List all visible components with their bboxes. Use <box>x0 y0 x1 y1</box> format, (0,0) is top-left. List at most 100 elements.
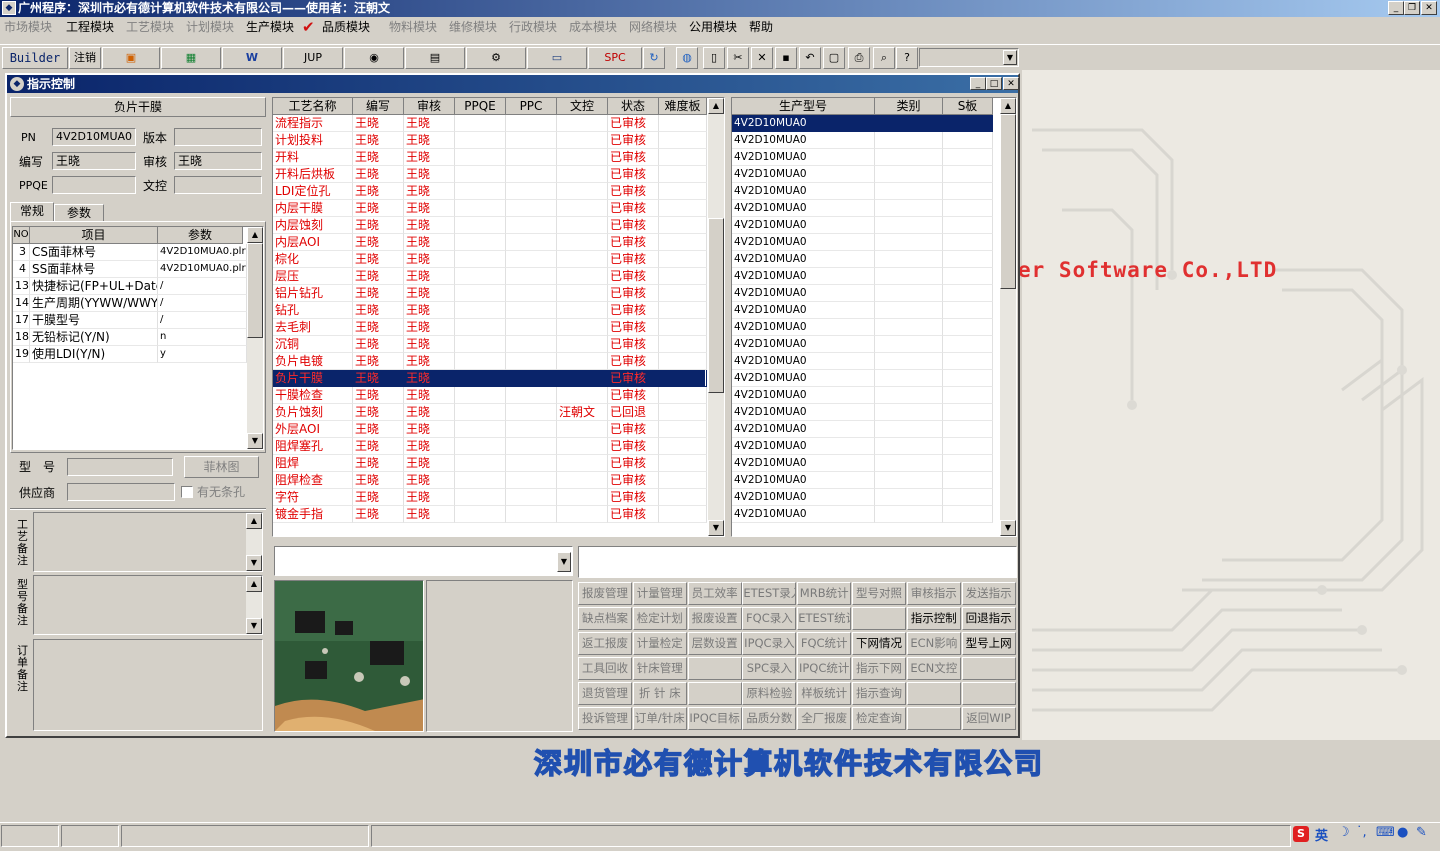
scroll-up-icon[interactable]: ▲ <box>246 576 262 592</box>
close-button[interactable]: ✕ <box>1421 1 1437 15</box>
preview-icon[interactable]: ▢ <box>823 47 845 69</box>
powerpoint-icon[interactable]: ▣ <box>102 47 160 69</box>
menu-item-5[interactable]: 品质模块 <box>322 19 370 35</box>
reviewer-field[interactable]: 王晓 <box>174 152 262 170</box>
scroll-thumb[interactable] <box>247 243 263 338</box>
menu-item-12[interactable]: 帮助 <box>749 19 773 35</box>
process-row[interactable]: 干膜检查 王晓 王晓 已审核 <box>273 387 707 404</box>
model-row[interactable]: 4V2D10MUA0 <box>732 251 993 268</box>
function-button[interactable]: 层数设置 <box>687 632 742 655</box>
delete-icon[interactable]: ✕ <box>751 47 773 69</box>
function-button[interactable]: SPC录入 <box>742 657 797 680</box>
process-row[interactable]: 负片电镀 王晓 王晓 已审核 <box>273 353 707 370</box>
minimize-button[interactable]: _ <box>1388 1 1404 15</box>
model-row[interactable]: 4V2D10MUA0 <box>732 115 993 132</box>
process-row[interactable]: 去毛刺 王晓 王晓 已审核 <box>273 319 707 336</box>
function-button[interactable]: 员工效率 <box>687 582 742 605</box>
menu-item-11[interactable]: 公用模块 <box>689 19 737 35</box>
logout-button[interactable]: 注销 <box>69 47 101 69</box>
function-button[interactable]: 计量管理 <box>632 582 687 605</box>
process-header-reviewer[interactable]: 审核 <box>404 98 455 115</box>
model-row[interactable]: 4V2D10MUA0 <box>732 200 993 217</box>
process-row[interactable]: 钻孔 王晓 王晓 已审核 <box>273 302 707 319</box>
child-maximize-button[interactable]: □ <box>986 77 1002 90</box>
process-row[interactable]: 内层AOI 王晓 王晓 已审核 <box>273 234 707 251</box>
model-row[interactable]: 4V2D10MUA0 <box>732 455 993 472</box>
menu-item-1[interactable]: 工程模块 <box>66 19 114 35</box>
function-button[interactable]: 针床管理 <box>632 657 687 680</box>
function-button[interactable]: IPQC目标 <box>687 707 742 730</box>
param-row[interactable]: 14 生产周期(YYWW/WWYY) / <box>13 295 247 312</box>
function-button[interactable]: 检定计划 <box>632 607 687 630</box>
globe-icon[interactable]: ◍ <box>676 47 698 69</box>
new-file-icon[interactable]: ▯ <box>703 47 725 69</box>
function-button[interactable]: 指示控制 <box>906 607 961 630</box>
slot-checkbox[interactable] <box>181 486 193 498</box>
search-input[interactable] <box>578 546 1017 578</box>
function-button[interactable] <box>687 682 742 705</box>
scroll-up-icon[interactable]: ▲ <box>247 227 263 243</box>
function-button[interactable] <box>906 707 961 730</box>
scroll-down-icon[interactable]: ▼ <box>246 555 262 571</box>
computer-icon[interactable]: ▭ <box>527 47 587 69</box>
process-row[interactable]: 层压 王晓 王晓 已审核 <box>273 268 707 285</box>
function-button[interactable]: 报废管理 <box>578 582 632 605</box>
film-image-button[interactable]: 菲林图 <box>184 456 259 478</box>
scroll-down-icon[interactable]: ▼ <box>247 433 263 449</box>
menu-item-10[interactable]: 网络模块 <box>629 19 677 35</box>
process-row[interactable]: 阻焊检查 王晓 王晓 已审核 <box>273 472 707 489</box>
function-button[interactable]: FQC统计 <box>797 632 852 655</box>
process-row[interactable]: 开料 王晓 王晓 已审核 <box>273 149 707 166</box>
network-icon[interactable]: ⚙ <box>466 47 526 69</box>
scroll-thumb[interactable] <box>708 218 724 393</box>
model-row[interactable]: 4V2D10MUA0 <box>732 404 993 421</box>
function-button[interactable]: 报废设置 <box>687 607 742 630</box>
word-icon[interactable]: W <box>222 47 282 69</box>
param-row[interactable]: 3 CS面菲林号 4V2D10MUA0.plr <box>13 244 247 261</box>
menu-item-3[interactable]: 计划模块 <box>186 19 234 35</box>
scroll-thumb[interactable] <box>1000 114 1016 289</box>
function-button[interactable]: 型号对照 <box>852 582 906 605</box>
model-row[interactable]: 4V2D10MUA0 <box>732 489 993 506</box>
chevron-down-icon[interactable]: ▼ <box>1003 50 1017 65</box>
function-button[interactable]: ETEST统计 <box>797 607 852 630</box>
doc-control-field[interactable] <box>174 176 262 194</box>
menu-item-8[interactable]: 行政模块 <box>509 19 557 35</box>
user-icon[interactable]: ● <box>1397 825 1408 840</box>
help-icon[interactable]: ? <box>896 47 918 69</box>
function-button[interactable]: IPQC录入 <box>742 632 797 655</box>
process-row[interactable]: 内层干膜 王晓 王晓 已审核 <box>273 200 707 217</box>
function-button[interactable]: 品质分数 <box>742 707 797 730</box>
param-row[interactable]: 19 使用LDI(Y/N) y <box>13 346 247 363</box>
menu-item-6[interactable]: 物料模块 <box>389 19 437 35</box>
function-button[interactable] <box>961 657 1016 680</box>
chevron-down-icon[interactable]: ▼ <box>557 552 571 572</box>
process-row[interactable]: 开料后烘板 王晓 王晓 已审核 <box>273 166 707 183</box>
function-button[interactable]: 回退指示 <box>961 607 1016 630</box>
function-button[interactable]: 缺点档案 <box>578 607 632 630</box>
process-row[interactable]: 负片蚀刻 王晓 王晓 汪朝文 已回退 <box>273 404 707 421</box>
menu-item-7[interactable]: 维修模块 <box>449 19 497 35</box>
function-button[interactable]: ECN文控 <box>906 657 961 680</box>
keyboard-icon[interactable]: ⌨ <box>1376 825 1395 840</box>
process-row[interactable]: 棕化 王晓 王晓 已审核 <box>273 251 707 268</box>
model-row[interactable]: 4V2D10MUA0 <box>732 387 993 404</box>
spc-button[interactable]: SPC <box>588 47 642 69</box>
menu-item-2[interactable]: 工艺模块 <box>126 19 174 35</box>
jup-button[interactable]: JUP <box>283 47 343 69</box>
order-memo-box[interactable] <box>33 639 263 731</box>
print-icon[interactable]: ⎙ <box>848 47 870 69</box>
process-scrollbar[interactable]: ▲ ▼ <box>708 98 724 536</box>
supplier-field[interactable] <box>67 483 175 501</box>
model-row[interactable]: 4V2D10MUA0 <box>732 319 993 336</box>
model-scrollbar[interactable]: ▲ ▼ <box>1000 98 1016 536</box>
tab-general[interactable]: 常规 <box>10 202 54 222</box>
ppqe-field[interactable] <box>52 176 136 194</box>
process-row[interactable]: 阻焊 王晓 王晓 已审核 <box>273 455 707 472</box>
function-button[interactable]: 指示下网 <box>852 657 906 680</box>
model-row[interactable]: 4V2D10MUA0 <box>732 217 993 234</box>
function-button[interactable]: 返工报废 <box>578 632 632 655</box>
version-field[interactable] <box>174 128 262 146</box>
process-header-author[interactable]: 编写 <box>353 98 404 115</box>
model-row[interactable]: 4V2D10MUA0 <box>732 183 993 200</box>
